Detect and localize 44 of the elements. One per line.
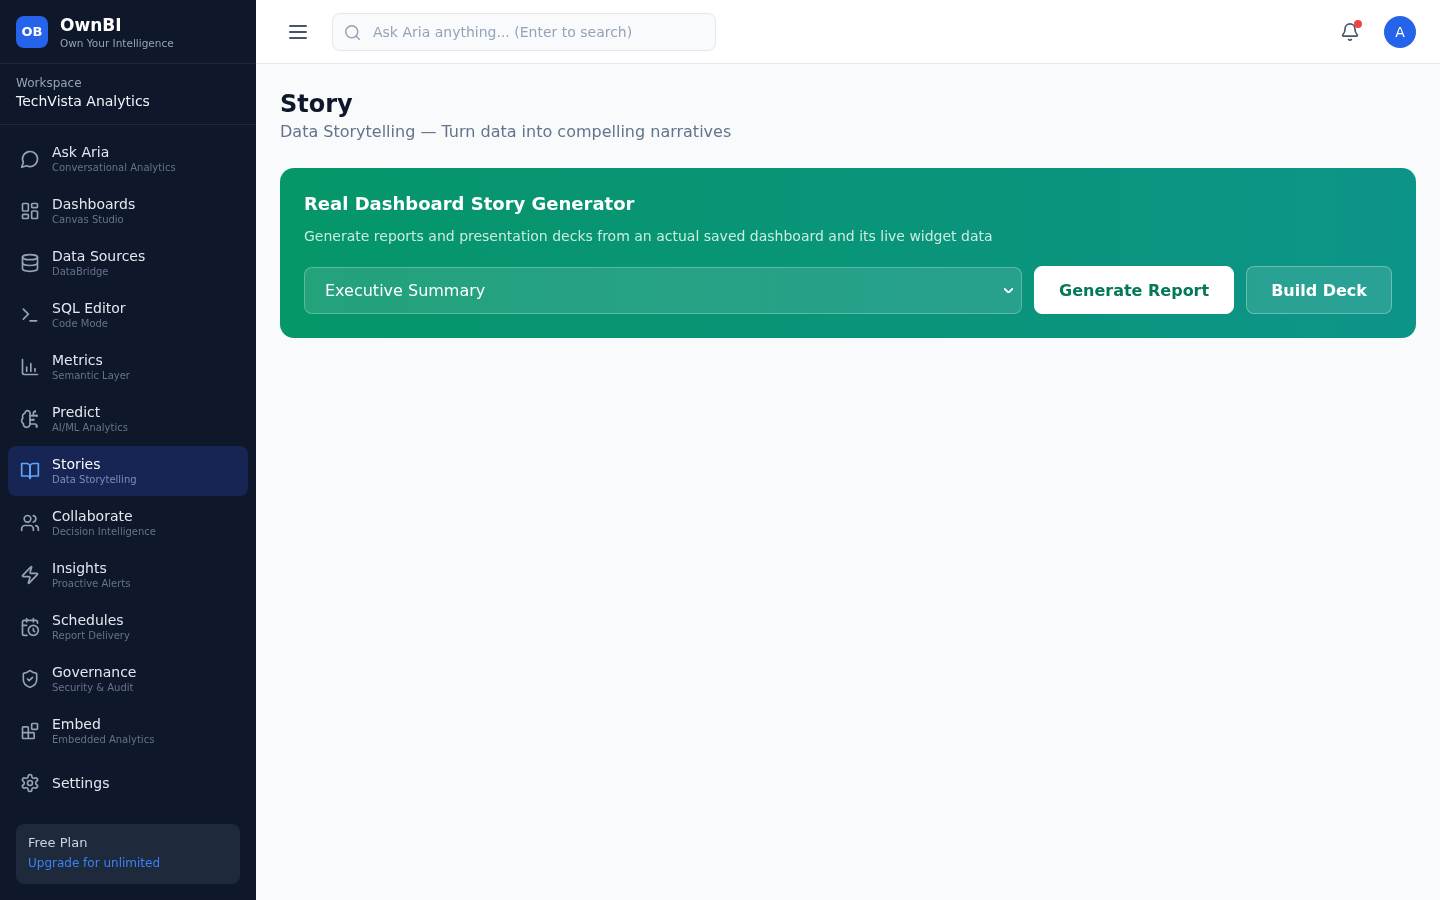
terminal-icon [20, 305, 40, 325]
nav-item[interactable]: Metrics Semantic Layer [8, 342, 248, 392]
search-icon [345, 24, 360, 40]
nav-item[interactable]: Data Sources DataBridge [8, 238, 248, 288]
menu-icon [289, 22, 307, 41]
nav-item[interactable]: Ask Aria Conversational Analytics [8, 134, 248, 184]
plan-name: Free Plan [28, 834, 88, 852]
search-field[interactable]: Ask Aria anything... (Enter to search) [332, 12, 716, 51]
users-icon [20, 513, 40, 533]
app-tagline: Own Your Intelligence [60, 35, 174, 50]
nav-item[interactable]: SQL Editor Code Mode [8, 290, 248, 340]
chat-bubble-icon [20, 149, 40, 169]
nav-item[interactable]: Insights Proactive Alerts [8, 550, 248, 600]
calendar-clock-icon [20, 617, 40, 637]
generate-report-button[interactable]: Generate Report [1034, 266, 1235, 314]
page-title: Story [280, 89, 354, 120]
workspace-name: TechVista Analytics [16, 92, 151, 111]
nav-item[interactable]: Collaborate Decision Intelligence [8, 498, 248, 548]
nav-item[interactable]: Stories Data Storytelling [8, 446, 248, 496]
upgrade-link[interactable]: Upgrade for unlimited [28, 854, 161, 872]
nav-item[interactable]: Governance Security & Audit [8, 654, 248, 704]
avatar-button[interactable]: A [1384, 15, 1416, 48]
card-description: Generate reports and presentation decks from an actual saved dashboard and its live widget data [304, 227, 994, 246]
gear-icon [20, 773, 40, 793]
page-subtitle: Data Storytelling — Turn data into compelling narratives [280, 121, 733, 143]
app-name: OwnBI [60, 13, 123, 36]
grid-icon [20, 201, 40, 221]
blocks-icon [20, 721, 40, 741]
database-icon [20, 253, 40, 273]
shield-check-icon [20, 669, 40, 689]
nav-item[interactable]: Dashboards Canvas Studio [8, 186, 248, 236]
book-icon [20, 461, 40, 481]
card-title: Real Dashboard Story Generator [304, 192, 636, 216]
bar-chart-icon [20, 357, 40, 377]
nav-item[interactable]: Predict AI/ML Analytics [8, 394, 248, 444]
chevron-down-icon [1004, 287, 1013, 293]
bell-icon [1341, 22, 1359, 41]
workspace-label: Workspace [16, 75, 83, 91]
nav-item[interactable]: Embed Embedded Analytics [8, 706, 248, 756]
app-logo: OB [16, 15, 48, 48]
lightning-icon [20, 565, 40, 585]
brain-icon [20, 409, 40, 429]
nav-item[interactable]: Schedules Report Delivery [8, 602, 248, 652]
nav-item[interactable]: Settings [8, 758, 248, 808]
